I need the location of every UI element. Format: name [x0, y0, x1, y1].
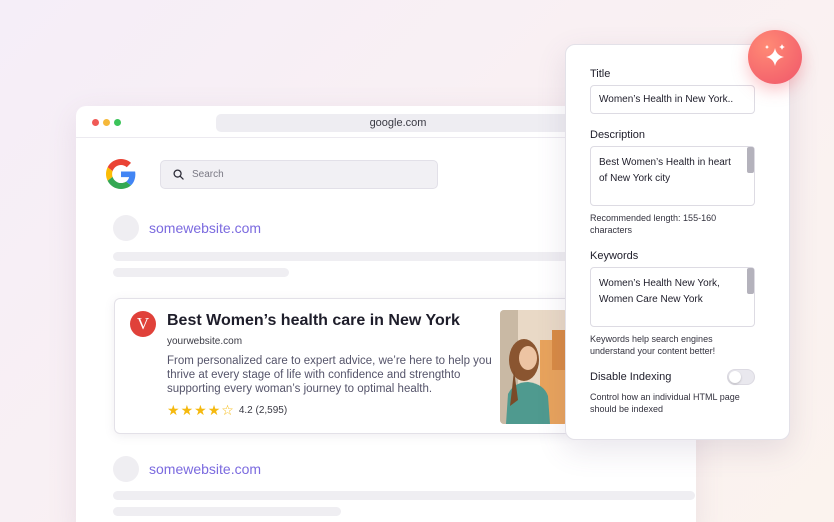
- keywords-label: Keywords: [590, 250, 639, 262]
- toggle-knob: [729, 371, 741, 383]
- minimize-window-dot[interactable]: [103, 119, 110, 126]
- star-filled-icon: ★: [180, 402, 194, 418]
- title-label: Title: [590, 68, 611, 80]
- maximize-window-dot[interactable]: [114, 119, 121, 126]
- result-site-link[interactable]: somewebsite.com: [149, 220, 261, 236]
- star-filled-icon: ★: [207, 402, 221, 418]
- rating-count: 4.2 (2,595): [238, 404, 288, 416]
- description-hint: Recommended length: 155-160 characters: [590, 213, 717, 235]
- brand-logo-icon: V: [130, 311, 156, 337]
- text-placeholder-line: [113, 252, 593, 261]
- disable-indexing-toggle[interactable]: [727, 369, 755, 385]
- text-placeholder-line: [113, 507, 341, 516]
- star-filled-icon: ★: [194, 402, 207, 418]
- result-site-link[interactable]: somewebsite.com: [149, 461, 261, 477]
- site-favicon-placeholder: [113, 456, 139, 482]
- search-input[interactable]: [192, 169, 412, 180]
- result-thumbnail-image: [500, 310, 568, 424]
- textarea-scrollbar[interactable]: [747, 147, 754, 173]
- ai-generate-button[interactable]: [748, 30, 802, 84]
- description-textarea[interactable]: Best Women’s Health in heart of New York…: [590, 146, 755, 206]
- site-favicon-placeholder: [113, 215, 139, 241]
- google-logo-icon: [106, 159, 136, 189]
- description-label: Description: [590, 129, 646, 141]
- featured-result-card[interactable]: V Best Women’s health care in New York y…: [114, 298, 574, 434]
- result-url[interactable]: yourwebsite.com: [167, 336, 242, 347]
- result-title[interactable]: Best Women’s health care in New York: [167, 312, 460, 330]
- address-bar[interactable]: google.com: [216, 114, 580, 132]
- keywords-textarea[interactable]: Women’s Health New York, Women Care New …: [590, 267, 755, 327]
- close-window-dot[interactable]: [92, 119, 99, 126]
- star-empty-icon: ☆: [221, 402, 234, 418]
- star-filled-icon: ★: [167, 402, 180, 418]
- sparkle-icon: [765, 44, 785, 66]
- indexing-hint: Control how an individual HTML page shou…: [590, 392, 740, 414]
- description-text: Best Women’s Health in heart of New York…: [599, 157, 731, 184]
- textarea-scrollbar[interactable]: [747, 268, 754, 294]
- keywords-hint: Keywords help search engines understand …: [590, 334, 716, 356]
- search-box[interactable]: [160, 160, 438, 189]
- keywords-text: Women’s Health New York, Women Care New …: [599, 278, 720, 305]
- seo-settings-panel: Title Women’s Health in New York.. Descr…: [565, 44, 790, 440]
- disable-indexing-label: Disable Indexing: [590, 371, 672, 383]
- text-placeholder-line: [113, 491, 695, 500]
- text-placeholder-line: [113, 268, 289, 277]
- title-field[interactable]: Women’s Health in New York..: [590, 85, 755, 114]
- star-rating: ★ ★ ★ ★ ☆ 4.2 (2,595): [167, 403, 287, 417]
- result-description: From personalized care to expert advice,…: [167, 355, 492, 395]
- search-icon: [173, 169, 184, 180]
